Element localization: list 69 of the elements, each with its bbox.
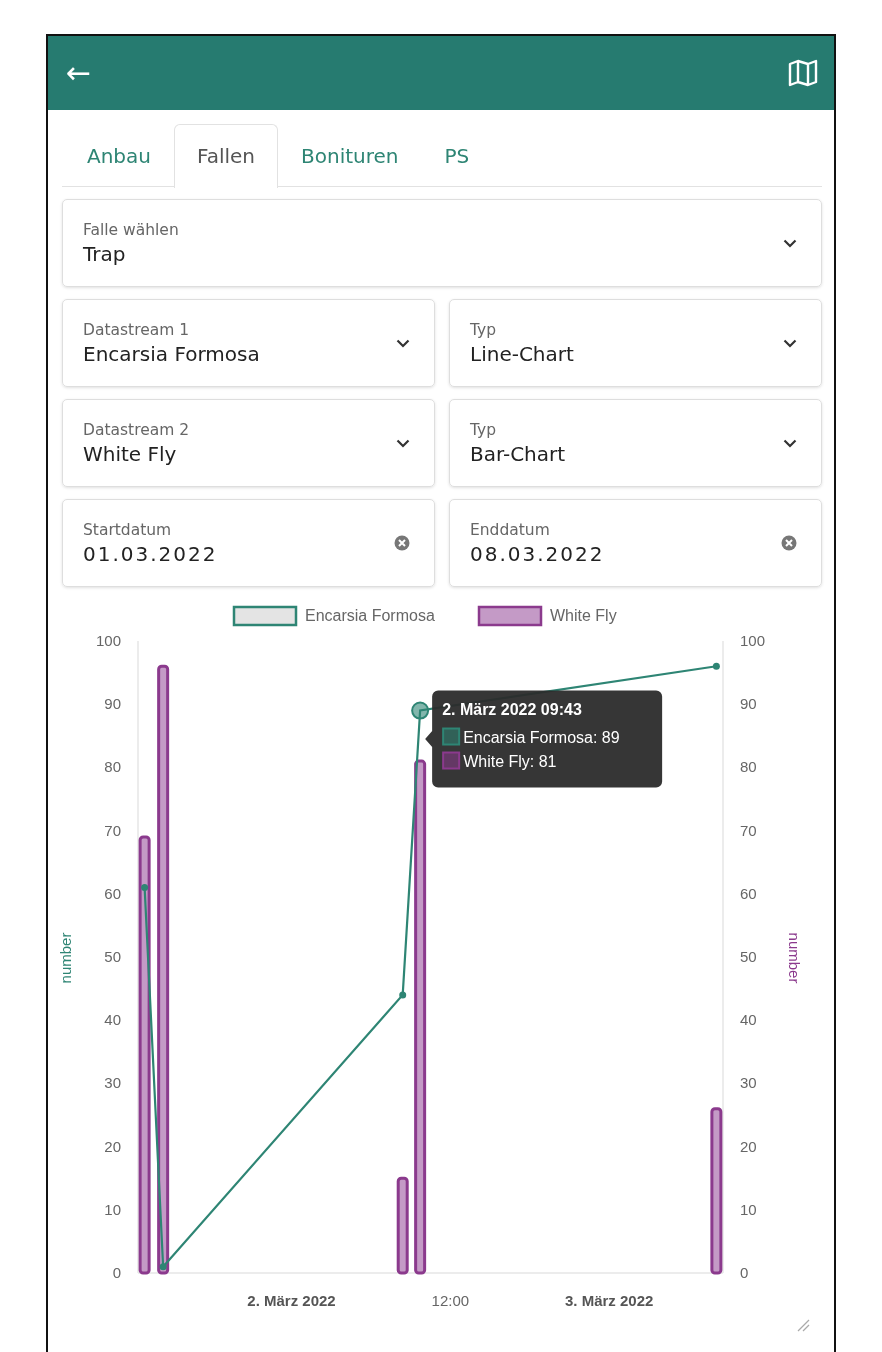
legend-swatch	[442, 727, 461, 746]
y-tick-label: 60	[740, 884, 757, 902]
tooltip-item: Encarsia Formosa: 89	[463, 728, 620, 746]
y-tick-label: 20	[104, 1137, 121, 1155]
field-label: Datastream 2	[83, 420, 190, 439]
y-tick-label: 50	[104, 948, 121, 965]
y-tick-label: 0	[112, 1264, 121, 1281]
field-value: Trap	[83, 241, 127, 266]
select-field[interactable]: Datastream 1 Encarsia Formosa	[62, 299, 435, 387]
legend-label: Encarsia Formosa	[305, 607, 435, 624]
field-value: Encarsia Formosa	[83, 341, 260, 366]
legend-label: White Fly	[550, 607, 617, 624]
back-button[interactable]: ←	[66, 58, 92, 88]
field-value: 01.03.2022	[83, 541, 218, 566]
y-tick-label: 40	[740, 1011, 757, 1029]
y-tick-label: 80	[740, 758, 757, 776]
field-value: White Fly	[83, 441, 178, 466]
clear-icon[interactable]	[394, 535, 410, 551]
y-tick-label: 60	[104, 884, 121, 902]
y-tick-label: 30	[740, 1074, 757, 1092]
field-label: Startdatum	[83, 520, 173, 539]
field-value: Line-Chart	[470, 341, 574, 366]
y-tick-label: 90	[740, 695, 757, 713]
x-tick-label: 3. März 2022	[565, 1292, 654, 1309]
x-tick-label: 2. März 2022	[247, 1292, 336, 1309]
field-label: Typ	[470, 420, 498, 439]
y-tick-label: 10	[740, 1200, 757, 1218]
select-field[interactable]: Typ Line-Chart	[449, 299, 822, 387]
field-label: Enddatum	[470, 520, 551, 539]
chevron-down-icon	[396, 438, 410, 448]
y-tick-label: 20	[740, 1137, 757, 1155]
map-icon[interactable]	[788, 59, 818, 87]
y-tick-label: 30	[104, 1074, 121, 1092]
y-tick-label: 50	[740, 948, 757, 965]
x-tick-label: 12:00	[431, 1292, 470, 1309]
y-tick-label: 40	[104, 1011, 121, 1029]
chevron-down-icon	[783, 438, 797, 448]
field-label: Typ	[470, 320, 498, 339]
field-label: Falle wählen	[83, 220, 179, 239]
resize-handle-icon[interactable]	[797, 1319, 810, 1332]
y-tick-label: 100	[740, 632, 766, 649]
date-field[interactable]: Enddatum 08.03.2022	[449, 499, 822, 587]
y-axis-title: number	[786, 932, 803, 984]
date-field[interactable]: Startdatum 01.03.2022	[62, 499, 435, 587]
y-axis-title: number	[57, 932, 74, 984]
y-tick-label: 80	[104, 758, 121, 776]
select-field[interactable]: Typ Bar-Chart	[449, 399, 822, 487]
field-value: Bar-Chart	[470, 441, 566, 466]
field-value: 08.03.2022	[470, 541, 605, 566]
tab[interactable]: PS	[421, 123, 493, 188]
tooltip-title: 2. März 2022 09:43	[442, 700, 582, 718]
y-tick-label: 0	[740, 1264, 749, 1281]
clear-icon[interactable]	[781, 535, 797, 551]
y-tick-label: 70	[104, 821, 121, 839]
tab[interactable]: Anbau	[64, 123, 174, 188]
tab[interactable]: Fallen	[174, 123, 278, 188]
select-field[interactable]: Datastream 2 White Fly	[62, 399, 435, 487]
y-tick-label: 70	[740, 821, 757, 839]
y-tick-label: 100	[95, 632, 121, 649]
y-tick-label: 10	[104, 1200, 121, 1218]
chevron-down-icon	[396, 338, 410, 348]
select-field[interactable]: Falle wählen Trap	[62, 199, 822, 287]
y-tick-label: 90	[104, 695, 121, 713]
tab[interactable]: Bonituren	[278, 123, 422, 188]
tooltip-item: White Fly: 81	[463, 752, 557, 770]
chevron-down-icon	[783, 238, 797, 248]
field-label: Datastream 1	[83, 320, 191, 339]
legend-swatch	[442, 751, 461, 770]
chevron-down-icon	[783, 338, 797, 348]
